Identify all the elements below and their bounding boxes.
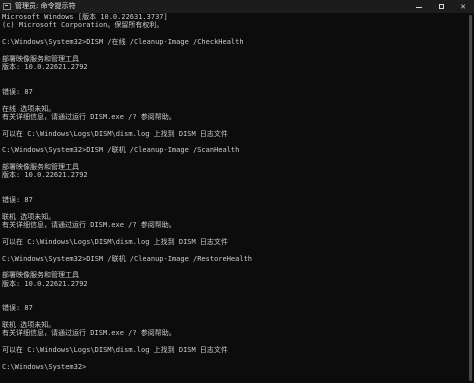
console-line: 部署映像服务和管理工具: [2, 162, 79, 171]
command-prompt-window: 管理员: 命令提示符 ✕ Microsoft Windows [版本 10.0.…: [0, 0, 474, 383]
scrollbar-thumb[interactable]: [469, 15, 472, 381]
console-line: 错误: 87: [2, 196, 33, 205]
console-line: C:\Windows\System32>: [2, 362, 87, 371]
console-line: 联机 选项未知。: [2, 212, 56, 221]
maximize-button[interactable]: [430, 0, 452, 13]
console-line: 版本: 10.0.22621.2792: [2, 171, 88, 180]
console-line: 在线 选项未知。: [2, 104, 56, 113]
console-line: C:\Windows\System32>DISM /联机 /Cleanup-Im…: [2, 146, 240, 155]
console-line: 有关详细信息，请通过运行 DISM.exe /? 参阅帮助。: [2, 112, 176, 121]
close-button[interactable]: ✕: [452, 0, 474, 13]
console-line: 可以在 C:\Windows\Logs\DISM\dism.log 上找到 DI…: [2, 237, 228, 246]
window-controls: ✕: [408, 0, 474, 13]
console-line: Microsoft Windows [版本 10.0.22631.3737]: [2, 13, 168, 21]
console-line: C:\Windows\System32>DISM /在线 /Cleanup-Im…: [2, 37, 244, 46]
console-line: 联机 选项未知。: [2, 321, 56, 330]
console-line: 部署映像服务和管理工具: [2, 271, 79, 280]
title-bar[interactable]: 管理员: 命令提示符 ✕: [0, 0, 474, 13]
console-line: 版本: 10.0.22621.2792: [2, 279, 88, 288]
minimize-icon: [416, 6, 422, 8]
console-line: (c) Microsoft Corporation。保留所有权利。: [2, 21, 164, 30]
console-line: 错误: 87: [2, 87, 33, 96]
close-icon: ✕: [460, 2, 466, 11]
console-line: 部署映像服务和管理工具: [2, 54, 79, 63]
console-line: C:\Windows\System32>DISM /联机 /Cleanup-Im…: [2, 254, 253, 263]
vertical-scrollbar[interactable]: [466, 13, 474, 383]
console-line: 有关详细信息，请通过运行 DISM.exe /? 参阅帮助。: [2, 329, 176, 338]
terminal-icon: [3, 3, 11, 10]
console-line: 可以在 C:\Windows\Logs\DISM\dism.log 上找到 DI…: [2, 346, 228, 355]
console-line: 可以在 C:\Windows\Logs\DISM\dism.log 上找到 DI…: [2, 129, 228, 138]
console-output[interactable]: Microsoft Windows [版本 10.0.22631.3737] (c…: [2, 13, 464, 381]
console-line: 有关详细信息，请通过运行 DISM.exe /? 参阅帮助。: [2, 221, 176, 230]
minimize-button[interactable]: [408, 0, 430, 13]
console-line: 错误: 87: [2, 304, 33, 313]
maximize-icon: [438, 4, 444, 9]
window-title: 管理员: 命令提示符: [15, 2, 76, 10]
console-line: 版本: 10.0.22621.2792: [2, 62, 88, 71]
